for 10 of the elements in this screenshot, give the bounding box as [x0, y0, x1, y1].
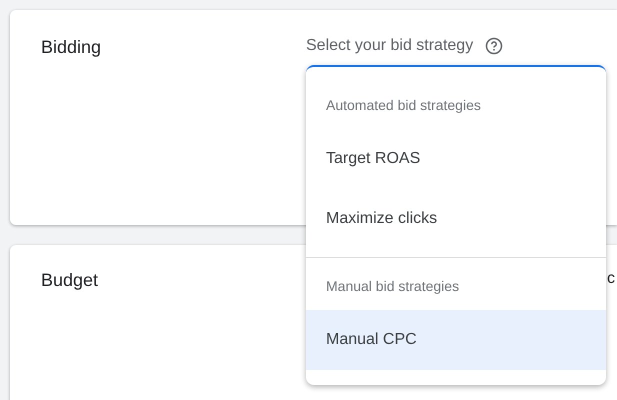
section-title: Bidding: [41, 36, 102, 59]
menu-option[interactable]: Manual CPC: [306, 310, 606, 370]
menu-option[interactable]: Target ROAS: [306, 129, 606, 189]
help-icon[interactable]: [485, 37, 504, 55]
clipped-text: c: [607, 269, 615, 289]
section-title: Budget: [41, 269, 98, 292]
group-header: Automated bid strategies: [326, 96, 481, 115]
group-header: Manual bid strategies: [326, 276, 460, 296]
field-label: Select your bid strategy: [306, 36, 474, 56]
menu-option[interactable]: Maximize clicks: [306, 189, 606, 249]
